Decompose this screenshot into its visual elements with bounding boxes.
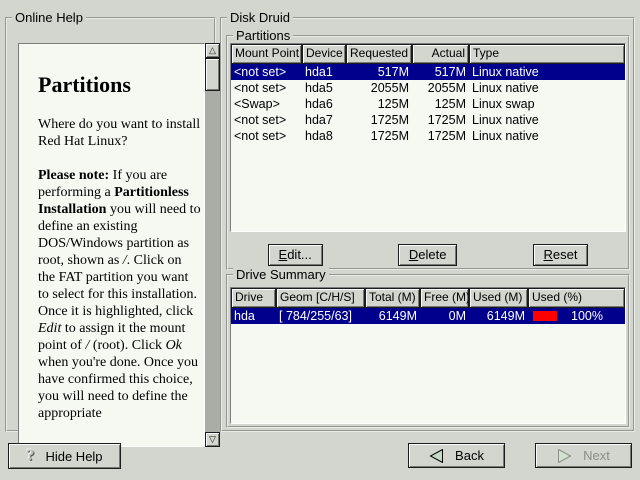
partitions-column-header-mount-point[interactable]: Mount Point bbox=[231, 44, 302, 64]
drive-cell-geom-c-h-s: [ 784/255/63] bbox=[276, 308, 365, 324]
drive-summary-table-body: hda[ 784/255/63]6149M0M6149M100% bbox=[231, 308, 625, 324]
partitions-frame-label: Partitions bbox=[233, 28, 293, 43]
next-button[interactable]: Next bbox=[535, 443, 632, 468]
partitions-table-body: <not set>hda1517M517MLinux native<not se… bbox=[231, 64, 625, 144]
partition-cell-type: Linux swap bbox=[469, 96, 625, 112]
partition-cell-actual: 1725M bbox=[412, 128, 469, 144]
partition-cell-type: Linux native bbox=[469, 112, 625, 128]
next-arrow-icon bbox=[557, 449, 572, 463]
help-text-segment: (root). Click bbox=[89, 338, 165, 353]
partition-cell-device: hda7 bbox=[302, 112, 346, 128]
partition-cell-device: hda6 bbox=[302, 96, 346, 112]
help-text-segment: Ok bbox=[166, 338, 182, 353]
drive-cell-used-m: 6149M bbox=[469, 308, 528, 324]
drive-summary-table-header: DriveGeom [C/H/S]Total (M)Free (M)Used (… bbox=[231, 288, 625, 308]
help-text-segment: Edit bbox=[38, 321, 61, 336]
partition-cell-mount-point: <Swap> bbox=[231, 96, 302, 112]
help-viewport: Partitions Where do you want to install … bbox=[18, 43, 205, 447]
partitions-table-header: Mount PointDeviceRequestedActualType bbox=[231, 44, 625, 64]
partition-cell-requested: 2055M bbox=[346, 80, 412, 96]
drive-cell-total-m: 6149M bbox=[365, 308, 420, 324]
help-paragraph-2: Please note: If you are performing a Par… bbox=[38, 167, 201, 422]
drive-column-header-drive[interactable]: Drive bbox=[231, 288, 276, 308]
drive-cell-free-m: 0M bbox=[420, 308, 469, 324]
partition-cell-actual: 2055M bbox=[412, 80, 469, 96]
drive-row[interactable]: hda[ 784/255/63]6149M0M6149M100% bbox=[231, 308, 625, 324]
next-label: Next bbox=[583, 448, 610, 463]
back-label: Back bbox=[455, 448, 484, 463]
partition-actions: Edit... Delete Reset bbox=[230, 243, 626, 266]
back-arrow-icon bbox=[429, 449, 444, 463]
disk-druid-frame-label: Disk Druid bbox=[227, 10, 293, 25]
drive-summary-frame-label: Drive Summary bbox=[233, 267, 329, 282]
partition-cell-device: hda8 bbox=[302, 128, 346, 144]
partitions-column-header-device[interactable]: Device bbox=[302, 44, 346, 64]
partition-cell-requested: 125M bbox=[346, 96, 412, 112]
drive-cell-drive: hda bbox=[231, 308, 276, 324]
partition-row[interactable]: <not set>hda81725M1725MLinux native bbox=[231, 128, 625, 144]
online-help-panel: Online Help Partitions Where do you want… bbox=[5, 17, 216, 432]
drive-cell-used-pct: 100% bbox=[528, 308, 625, 324]
partition-row[interactable]: <not set>hda1517M517MLinux native bbox=[231, 64, 625, 80]
partition-cell-mount-point: <not set> bbox=[231, 128, 302, 144]
drive-column-header-used[interactable]: Used (%) bbox=[528, 288, 625, 308]
reset-button[interactable]: Reset bbox=[533, 244, 589, 266]
help-text-segment: when you're done. Once you have confirme… bbox=[38, 355, 198, 421]
partitions-column-header-type[interactable]: Type bbox=[469, 44, 625, 64]
help-text-segment: Please note: bbox=[38, 168, 109, 183]
triangle-down-icon: ▽ bbox=[209, 435, 216, 444]
partition-cell-mount-point: <not set> bbox=[231, 112, 302, 128]
online-help-frame-label: Online Help bbox=[12, 10, 86, 25]
partition-cell-device: hda1 bbox=[302, 64, 346, 80]
hide-help-button[interactable]: ? Hide Help bbox=[8, 443, 121, 469]
partition-cell-device: hda5 bbox=[302, 80, 346, 96]
partition-cell-type: Linux native bbox=[469, 128, 625, 144]
partitions-column-header-actual[interactable]: Actual bbox=[412, 44, 469, 64]
scroll-up-button[interactable]: △ bbox=[205, 43, 220, 58]
drive-column-header-total-m[interactable]: Total (M) bbox=[365, 288, 420, 308]
partition-row[interactable]: <Swap>hda6125M125MLinux swap bbox=[231, 96, 625, 112]
help-scrollbar[interactable]: △ ▽ bbox=[205, 43, 220, 447]
partitions-column-header-requested[interactable]: Requested bbox=[346, 44, 412, 64]
partition-cell-requested: 517M bbox=[346, 64, 412, 80]
installer-window: Online Help Partitions Where do you want… bbox=[0, 0, 640, 480]
scroll-down-button[interactable]: ▽ bbox=[205, 432, 220, 447]
drive-summary-table: DriveGeom [C/H/S]Total (M)Free (M)Used (… bbox=[230, 287, 626, 424]
help-question-icon: ? bbox=[26, 447, 34, 465]
drive-column-header-geom-c-h-s[interactable]: Geom [C/H/S] bbox=[276, 288, 365, 308]
partition-row[interactable]: <not set>hda52055M2055MLinux native bbox=[231, 80, 625, 96]
partition-cell-actual: 1725M bbox=[412, 112, 469, 128]
partition-row[interactable]: <not set>hda71725M1725MLinux native bbox=[231, 112, 625, 128]
triangle-up-icon: △ bbox=[209, 46, 216, 55]
scrollbar-trough[interactable] bbox=[205, 43, 220, 447]
partition-cell-type: Linux native bbox=[469, 80, 625, 96]
used-percent-bar bbox=[533, 311, 557, 321]
drive-column-header-used-m[interactable]: Used (M) bbox=[469, 288, 528, 308]
edit-button[interactable]: Edit... bbox=[268, 244, 323, 266]
partition-cell-actual: 517M bbox=[412, 64, 469, 80]
help-title: Partitions bbox=[38, 72, 201, 98]
partition-cell-type: Linux native bbox=[469, 64, 625, 80]
back-button[interactable]: Back bbox=[408, 443, 505, 468]
drive-column-header-free-m[interactable]: Free (M) bbox=[420, 288, 469, 308]
partition-cell-actual: 125M bbox=[412, 96, 469, 112]
hide-help-label: Hide Help bbox=[45, 449, 102, 464]
partition-cell-mount-point: <not set> bbox=[231, 64, 302, 80]
partition-cell-requested: 1725M bbox=[346, 128, 412, 144]
scrollbar-thumb[interactable] bbox=[205, 58, 220, 91]
delete-button[interactable]: Delete bbox=[398, 244, 458, 266]
partitions-table: Mount PointDeviceRequestedActualType <no… bbox=[230, 43, 626, 232]
help-paragraph-1: Where do you want to install Red Hat Lin… bbox=[38, 116, 201, 150]
partition-cell-mount-point: <not set> bbox=[231, 80, 302, 96]
used-percent-value: 100% bbox=[571, 309, 603, 323]
partition-cell-requested: 1725M bbox=[346, 112, 412, 128]
